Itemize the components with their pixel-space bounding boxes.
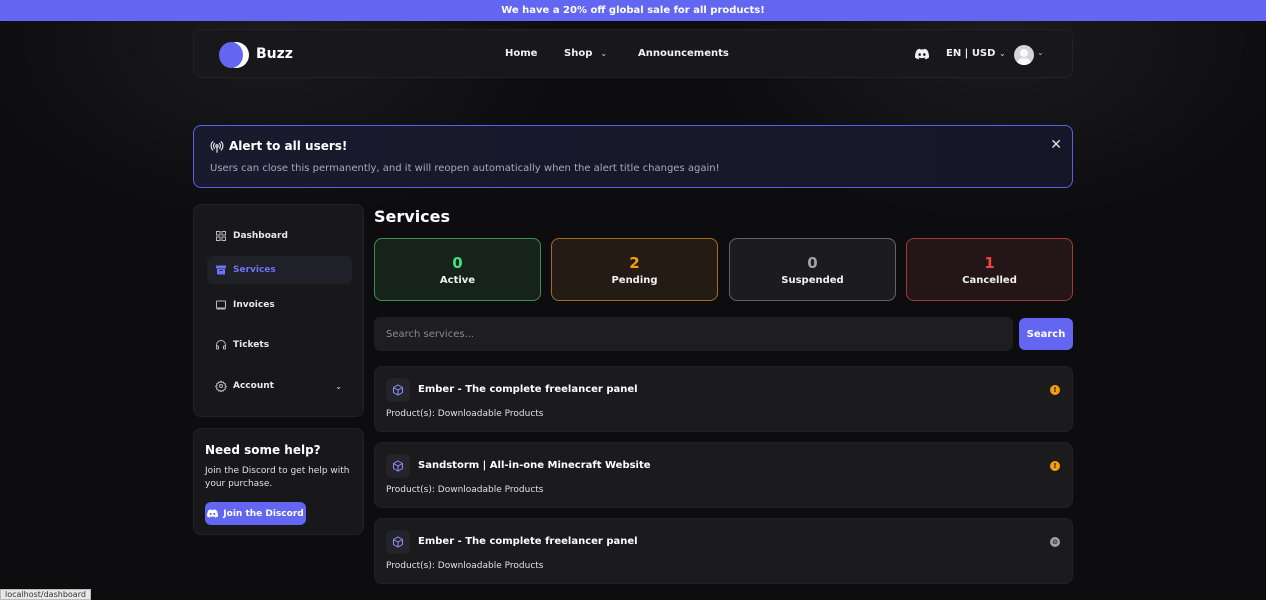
service-card[interactable]: Sandstorm | All-in-one Minecraft Website… [374,442,1073,508]
box-icon [216,265,226,275]
language-currency-selector[interactable]: EN | USD ⌄ [946,48,1006,59]
brand-name[interactable]: Buzz [256,46,293,62]
broadcast-icon [210,141,224,153]
nav-announcements[interactable]: Announcements [638,48,729,59]
stat-count: 2 [629,253,640,272]
sidebar-item-label: Tickets [233,340,270,350]
service-name: Sandstorm | All-in-one Minecraft Website [418,460,651,471]
help-card: Need some help? Join the Discord to get … [193,428,364,535]
service-card[interactable]: Ember - The complete freelancer panel Pr… [374,366,1073,432]
service-icon-wrap [386,454,410,478]
alert-text: Users can close this permanently, and it… [210,163,720,174]
grid-icon [216,231,226,241]
service-icon-wrap [386,530,410,554]
stat-count: 0 [452,253,463,272]
sidebar-item-services[interactable]: Services [207,256,352,284]
service-icon-wrap [386,378,410,402]
sidebar: Dashboard Services Invoices Tickets Acco… [193,204,364,417]
cube-icon [393,536,403,548]
headset-icon [216,340,226,350]
invoice-icon [216,300,226,310]
nav-shop[interactable]: Shop ⌄ [564,48,607,59]
service-products: Product(s): Downloadable Products [386,561,544,571]
stat-count: 0 [807,253,818,272]
cube-icon [393,460,403,472]
discord-icon [207,509,219,518]
help-text: Join the Discord to get help with your p… [205,466,350,489]
stat-card-suspended[interactable]: 0 Suspended [729,238,896,301]
sidebar-item-label: Account [233,381,274,391]
sidebar-item-dashboard[interactable]: Dashboard [207,222,352,250]
stat-label: Suspended [781,274,844,286]
help-title: Need some help? [205,443,321,457]
service-products: Product(s): Downloadable Products [386,485,544,495]
close-icon[interactable]: ✕ [1050,137,1062,153]
brand-logo[interactable] [215,42,249,68]
service-card[interactable]: Ember - The complete freelancer panel Pr… [374,518,1073,584]
stat-card-pending[interactable]: 2 Pending [551,238,718,301]
stat-label: Cancelled [962,274,1017,286]
stat-card-cancelled[interactable]: 1 Cancelled [906,238,1073,301]
search-input[interactable] [374,317,1013,351]
cube-icon [393,384,403,396]
pending-status-icon: ! [1050,461,1060,471]
sidebar-item-account[interactable]: Account ⌄ [207,372,352,400]
alert-title: Alert to all users! [229,139,348,153]
sale-banner: We have a 20% off global sale for all pr… [0,0,1266,21]
gear-icon [215,380,227,392]
search-button[interactable]: Search [1019,318,1073,350]
sidebar-item-label: Services [233,265,276,275]
service-name: Ember - The complete freelancer panel [418,384,638,395]
nav-home[interactable]: Home [505,48,537,59]
alert-banner: Alert to all users! Users can close this… [193,125,1073,188]
sidebar-item-invoices[interactable]: Invoices [207,291,352,319]
join-discord-label: Join the Discord [223,508,304,519]
sidebar-item-label: Dashboard [233,231,288,241]
join-discord-button[interactable]: Join the Discord [205,502,306,525]
stat-label: Active [439,274,476,286]
suspended-status-icon: ⊘ [1050,537,1060,547]
stat-label: Pending [611,274,658,286]
service-products: Product(s): Downloadable Products [386,409,544,419]
service-name: Ember - The complete freelancer panel [418,536,638,547]
avatar[interactable] [1014,45,1034,65]
sidebar-item-label: Invoices [233,300,275,310]
page-title: Services [374,207,451,226]
pending-status-icon: ! [1050,385,1060,395]
chevron-down-icon: ⌄ [600,49,608,58]
browser-status-url: localhost/dashboard [0,589,91,600]
stat-card-active[interactable]: 0 Active [374,238,541,301]
sidebar-item-tickets[interactable]: Tickets [207,331,352,359]
stat-count: 1 [984,253,995,272]
nav-shop-label: Shop [564,48,593,59]
discord-icon[interactable] [915,48,929,60]
lang-currency-label: EN | USD [946,48,996,59]
chevron-down-icon: ⌄ [335,381,342,391]
chevron-down-icon: ⌄ [998,49,1006,58]
chevron-down-icon[interactable]: ⌄ [1037,48,1044,57]
top-navbar: Buzz Home Shop ⌄ Announcements EN | USD ⌄… [193,29,1073,78]
